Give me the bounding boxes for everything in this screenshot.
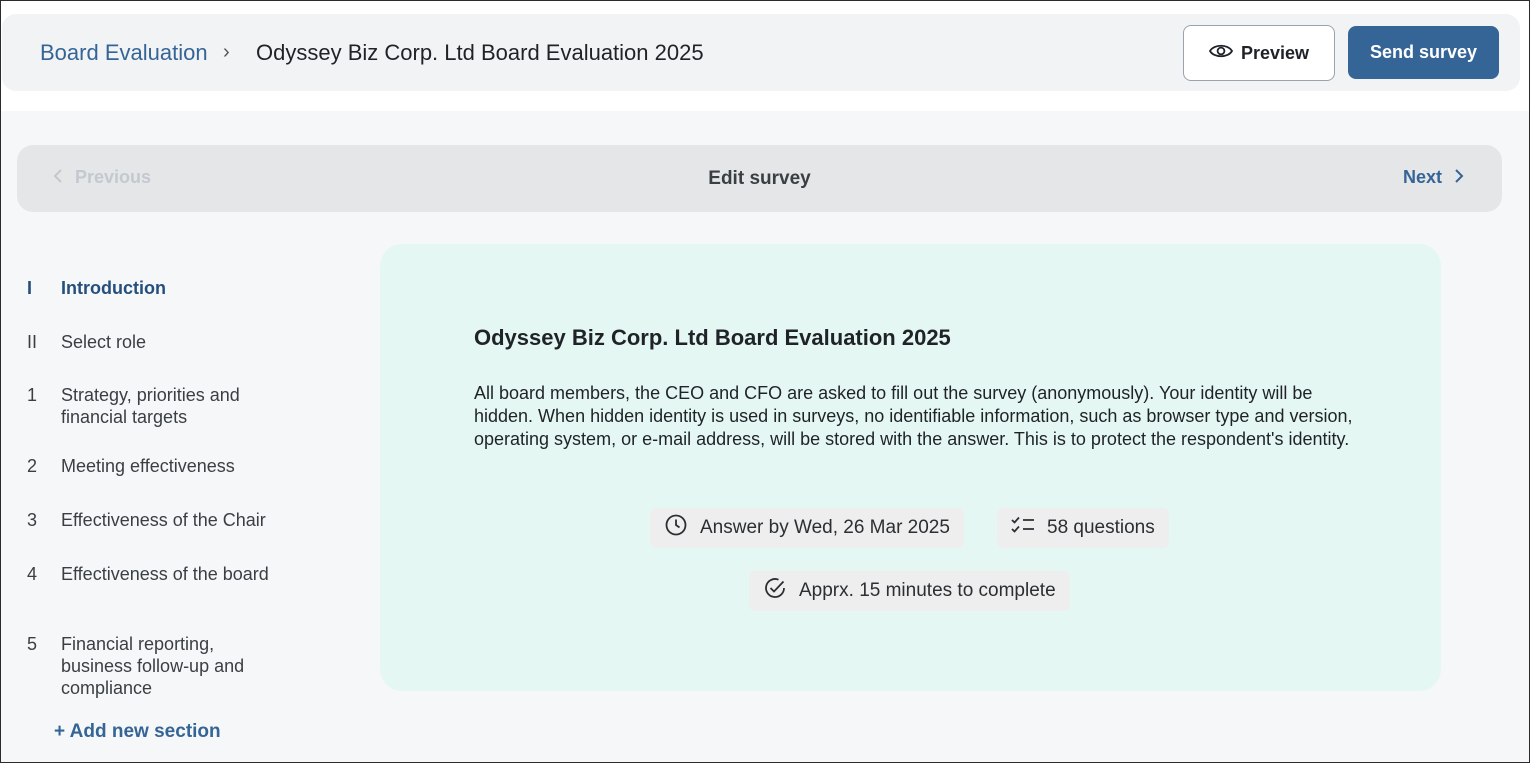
question-count-text: 58 questions [1047, 517, 1155, 538]
sidebar-item-strategy[interactable]: 1 Strategy, priorities and financial tar… [1, 384, 321, 428]
step-navigation: Previous Edit survey Next [17, 145, 1502, 212]
section-label: Meeting effectiveness [61, 456, 235, 476]
section-number: I [27, 278, 33, 298]
section-number: 1 [27, 385, 38, 405]
send-survey-button[interactable]: Send survey [1348, 26, 1499, 79]
section-label: Select role [61, 332, 147, 352]
preview-button[interactable]: Preview [1183, 25, 1335, 81]
section-number: 4 [27, 564, 38, 584]
question-count-badge: 58 questions [997, 508, 1169, 548]
section-number: II [27, 332, 38, 352]
section-number: 2 [27, 456, 38, 476]
breadcrumb-root-link[interactable]: Board Evaluation [40, 40, 208, 66]
intro-card: Odyssey Biz Corp. Ltd Board Evaluation 2… [380, 244, 1441, 691]
sidebar-item-financial-reporting[interactable]: 5 Financial reporting, business follow-u… [1, 633, 321, 699]
section-label: Financial reporting, business follow-up … [61, 634, 245, 698]
survey-title: Odyssey Biz Corp. Ltd Board Evaluation 2… [474, 325, 951, 350]
duration-badge: Apprx. 15 minutes to complete [749, 571, 1070, 611]
section-number: 5 [27, 634, 38, 654]
deadline-badge: Answer by Wed, 26 Mar 2025 [650, 508, 964, 548]
section-number: 3 [27, 510, 38, 530]
section-label: Effectiveness of the Chair [61, 510, 266, 530]
step-title: Edit survey [708, 168, 811, 189]
section-label: Introduction [61, 278, 166, 298]
checklist-icon [1011, 515, 1035, 541]
next-button[interactable]: Next [1403, 167, 1464, 188]
duration-text: Apprx. 15 minutes to complete [799, 580, 1056, 601]
section-label: Effectiveness of the board [61, 564, 269, 584]
section-label: Strategy, priorities and financial targe… [61, 385, 240, 427]
sidebar-item-select-role[interactable]: II Select role [1, 331, 321, 353]
sidebar-item-chair-effectiveness[interactable]: 3 Effectiveness of the Chair [1, 509, 321, 531]
sidebar-item-meeting-effectiveness[interactable]: 2 Meeting effectiveness [1, 455, 321, 477]
eye-icon [1208, 42, 1234, 65]
preview-label: Preview [1240, 42, 1310, 63]
chevron-right-icon [1454, 167, 1464, 188]
breadcrumb-current: Odyssey Biz Corp. Ltd Board Evaluation 2… [256, 40, 704, 65]
next-label: Next [1402, 167, 1442, 187]
deadline-text: Answer by Wed, 26 Mar 2025 [700, 517, 950, 538]
survey-description: All board members, the CEO and CFO are a… [474, 383, 1353, 449]
add-section-button[interactable]: + Add new section [54, 721, 221, 743]
sidebar-item-introduction[interactable]: I Introduction [1, 277, 321, 299]
sidebar-item-board-effectiveness[interactable]: 4 Effectiveness of the board [1, 563, 321, 585]
breadcrumb-separator-icon: › [223, 41, 230, 63]
clock-icon [664, 513, 688, 543]
check-circle-icon [763, 576, 787, 606]
